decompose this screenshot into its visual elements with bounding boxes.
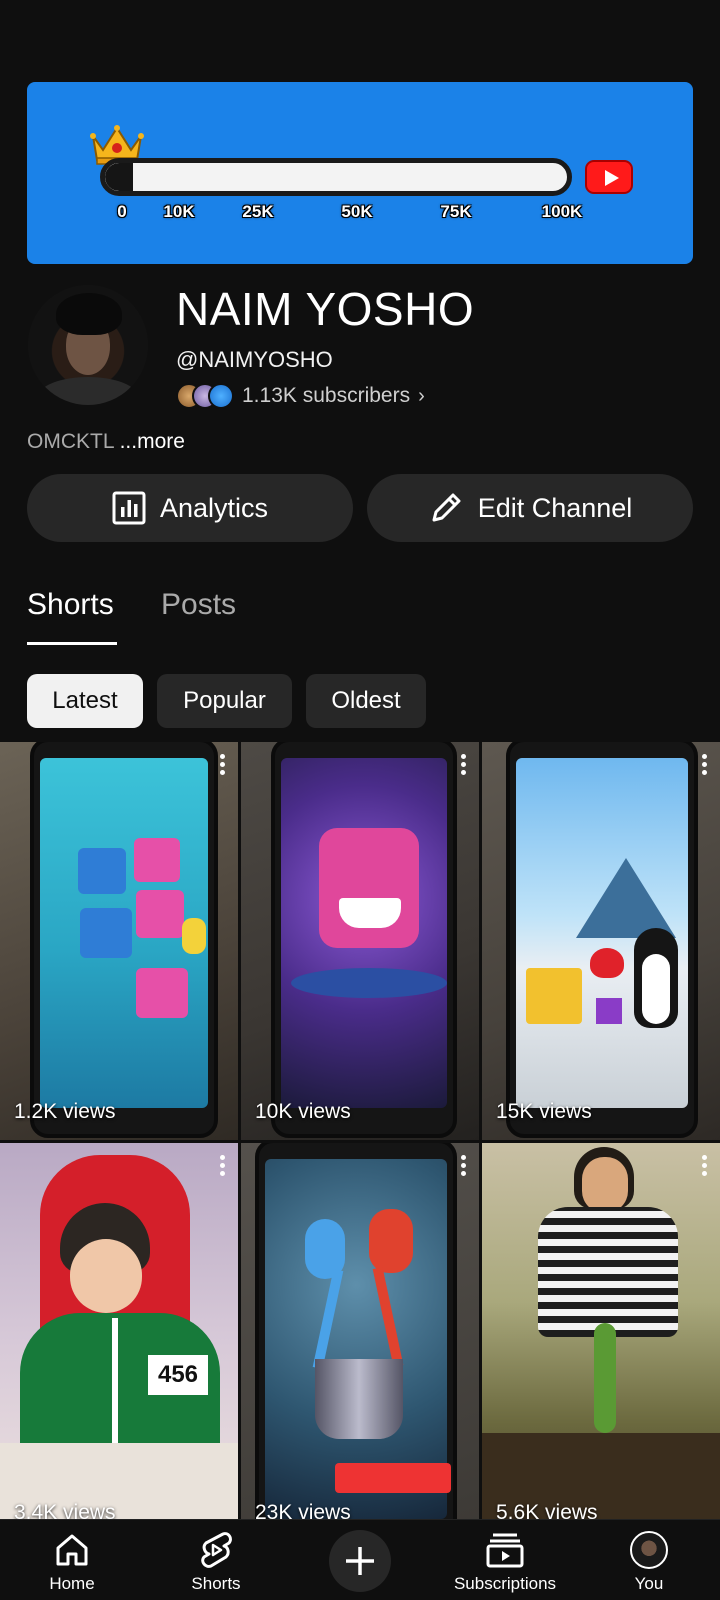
phone-screen	[265, 1159, 451, 1519]
youtube-logo-icon	[585, 160, 633, 194]
channel-avatar[interactable]	[28, 285, 148, 405]
progress-tick-label: 50K	[341, 202, 373, 221]
short-thumbnail[interactable]: 23K views	[241, 1143, 479, 1541]
channel-banner[interactable]: 0 10K 25K 50K 75K 100K	[27, 82, 693, 264]
pink-cube-monster	[134, 838, 180, 882]
subscriber-count: 1.13K subscribers	[242, 384, 411, 407]
nav-shorts[interactable]: Shorts	[161, 1520, 271, 1600]
kebab-menu-icon[interactable]	[220, 754, 226, 776]
channel-description[interactable]: OMCKTL ...more	[27, 430, 185, 454]
nav-home-label: Home	[49, 1574, 95, 1593]
progress-tick-label: 25K	[242, 202, 274, 221]
short-thumbnail[interactable]: 456 3.4K views	[0, 1143, 238, 1541]
pencil-icon	[432, 493, 461, 522]
plus-icon	[346, 1547, 374, 1575]
red-toothbrush-monster	[369, 1209, 413, 1273]
subscribe-overlay	[335, 1463, 451, 1493]
analytics-label: Analytics	[159, 492, 269, 523]
kebab-menu-icon[interactable]	[461, 1155, 467, 1177]
nav-shorts-label: Shorts	[191, 1574, 241, 1593]
phone-screen	[516, 758, 688, 1108]
player-number-patch: 456	[148, 1355, 208, 1395]
yellow-monster	[182, 918, 206, 954]
nav-subscriptions-label: Subscriptions	[453, 1574, 557, 1593]
progress-tick-label: 0	[117, 202, 127, 221]
tab-posts[interactable]: Posts	[161, 588, 236, 622]
monster-teeth	[339, 898, 401, 928]
boy-face	[70, 1239, 142, 1313]
avatar-hair	[56, 293, 122, 335]
short-thumbnail[interactable]: 10K views	[241, 742, 479, 1140]
progress-tick-label: 10K	[163, 202, 195, 221]
short-views: 10K views	[255, 1100, 351, 1123]
red-heart	[590, 948, 624, 978]
nav-home[interactable]: Home	[17, 1520, 127, 1600]
phone-screen	[40, 758, 208, 1108]
nav-you[interactable]: You	[594, 1520, 704, 1600]
avatar-icon	[630, 1531, 668, 1569]
phone-image	[271, 742, 457, 1138]
pea-pod	[594, 1323, 616, 1433]
phone-image	[30, 742, 218, 1138]
description-more-link[interactable]: ...more	[120, 430, 185, 453]
blue-brush-handle	[312, 1269, 344, 1369]
pink-monster	[319, 828, 419, 948]
chip-latest[interactable]: Latest	[27, 674, 143, 728]
avatar-shirt	[38, 377, 138, 405]
phone-image	[506, 742, 698, 1138]
kebab-menu-icon[interactable]	[702, 754, 708, 776]
chevron-right-icon: ›	[418, 384, 425, 407]
phone-screen	[281, 758, 447, 1108]
bar-chart-icon	[112, 491, 146, 525]
short-thumbnail[interactable]: 1.2K views	[0, 742, 238, 1140]
woman-face	[582, 1157, 628, 1213]
snowy-mountain	[576, 858, 676, 938]
create-button[interactable]	[329, 1530, 391, 1592]
striped-shirt	[538, 1207, 678, 1337]
metal-cup	[315, 1359, 403, 1439]
edit-channel-label: Edit Channel	[477, 492, 633, 523]
nav-subscriptions[interactable]: Subscriptions	[450, 1520, 560, 1600]
description-text: OMCKTL	[27, 430, 114, 453]
pink-cube-monster	[136, 890, 184, 938]
short-thumbnail[interactable]: 15K views	[482, 742, 720, 1140]
home-icon	[56, 1534, 88, 1566]
channel-name: NAIM YOSHO	[176, 283, 475, 335]
channel-handle: @NAIMYOSHO	[176, 347, 333, 372]
tab-shorts[interactable]: Shorts	[27, 588, 114, 622]
kebab-menu-icon[interactable]	[220, 1155, 226, 1177]
analytics-button[interactable]: Analytics	[27, 474, 353, 542]
tracksuit-zip-stripe	[112, 1318, 118, 1458]
subscriptions-icon	[486, 1533, 524, 1568]
nav-you-label: You	[634, 1574, 664, 1593]
short-views: 15K views	[496, 1100, 592, 1123]
chip-oldest[interactable]: Oldest	[306, 674, 426, 728]
kebab-menu-icon[interactable]	[461, 754, 467, 776]
kebab-menu-icon[interactable]	[702, 1155, 708, 1177]
subscriber-avatar	[208, 383, 234, 409]
phone-image	[255, 1143, 457, 1541]
tab-selected-indicator	[27, 642, 117, 645]
purple-cube	[596, 998, 622, 1024]
penguin-belly	[642, 954, 670, 1024]
progress-tick-label: 100K	[541, 202, 583, 221]
red-brush-handle	[372, 1267, 404, 1367]
blue-cube-monster	[78, 848, 126, 894]
chip-popular[interactable]: Popular	[157, 674, 292, 728]
subscribers-link[interactable]: 1.13K subscribers ›	[176, 381, 425, 411]
short-views: 1.2K views	[14, 1100, 116, 1123]
yellow-cube	[526, 968, 582, 1024]
bottom-navigation: Home Shorts Subscriptions You	[0, 1519, 720, 1600]
progress-bar-fill	[105, 163, 133, 191]
subscriber-progress-bar	[100, 158, 572, 196]
blue-cube-monster	[80, 908, 132, 958]
progress-tick-label: 75K	[440, 202, 472, 221]
short-thumbnail[interactable]: 5.6K views	[482, 1143, 720, 1541]
pink-cube-monster	[136, 968, 188, 1018]
shorts-icon	[201, 1532, 232, 1568]
pedestal	[291, 968, 447, 998]
edit-channel-button[interactable]: Edit Channel	[367, 474, 693, 542]
